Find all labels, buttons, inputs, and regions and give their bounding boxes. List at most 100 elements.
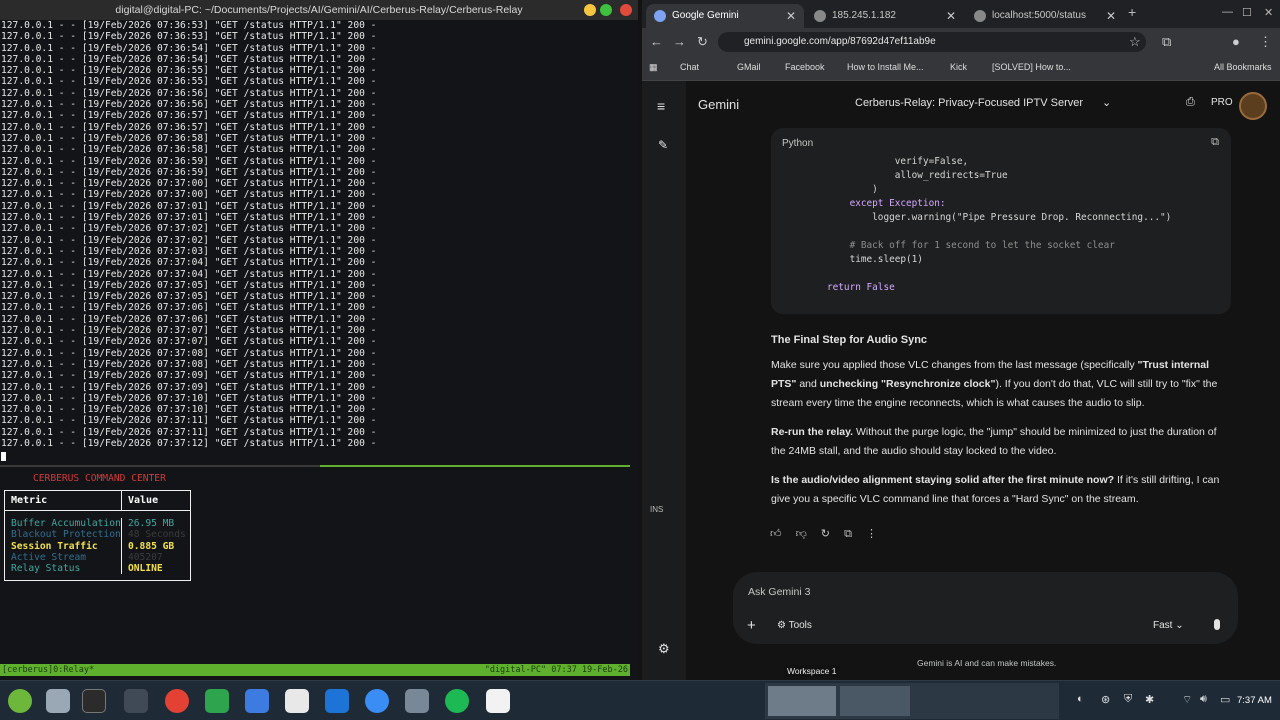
workspace-2[interactable] [840,686,910,716]
messenger-icon[interactable] [365,689,389,713]
model-mode-selector[interactable]: Fast ⌄ [1153,620,1184,631]
microphone-icon[interactable] [1214,619,1220,630]
menu-icon[interactable]: ≡ [657,98,665,114]
log-line: 127.0.0.1 - - [19/Feb/2026 07:36:57] "GE… [1,110,377,122]
network-icon[interactable] [405,689,429,713]
chat-app-icon[interactable] [205,689,229,713]
thumbs-up-icon[interactable]: 👍︎ [770,528,782,540]
profile-icon[interactable]: ● [1232,34,1240,49]
gemini-header: Gemini Cerberus-Relay: Privacy-Focused I… [698,81,1280,127]
metric-value: ONLINE [128,563,163,575]
tab-label: 185.245.1.182 [832,10,896,21]
gmail-icon[interactable] [285,689,309,713]
thumbs-down-icon[interactable]: 👎︎ [796,528,807,540]
shield-icon[interactable]: ⛨ [1124,693,1132,706]
notes-icon[interactable] [486,689,510,713]
back-icon[interactable]: ← [650,34,663,49]
extensions-icon[interactable]: ⧉ [1162,34,1171,50]
reload-icon[interactable]: ↻ [697,34,708,50]
clock[interactable]: 7:37 AM [1237,695,1272,706]
apps-icon[interactable]: ▦ [649,62,658,73]
bookmark-star-icon[interactable]: ☆ [1129,34,1141,50]
log-line: 127.0.0.1 - - [19/Feb/2026 07:36:55] "GE… [1,76,377,88]
vpn-icon[interactable]: ⊛ [1101,693,1110,706]
regenerate-icon[interactable]: ↻ [821,528,830,540]
terminal-icon[interactable] [82,689,106,713]
log-line: 127.0.0.1 - - [19/Feb/2026 07:37:10] "GE… [1,404,377,416]
maximize-button[interactable] [600,4,612,16]
value-column-header: Value [128,495,159,506]
spotify-icon[interactable] [445,689,469,713]
gemini-logo[interactable]: Gemini [698,97,739,112]
tab-google-gemini[interactable]: Google Gemini ✕ [646,4,804,28]
calendar-icon[interactable] [245,689,269,713]
log-line: 127.0.0.1 - - [19/Feb/2026 07:37:11] "GE… [1,426,377,438]
steam-icon[interactable]: ◐ [1077,693,1084,705]
tab-localhost-status[interactable]: localhost:5000/status ✕ [966,4,1124,28]
code-line: allow_redirects=True [827,170,1008,181]
wifi-icon[interactable]: ⌔ [1182,693,1192,707]
close-button[interactable] [620,4,632,16]
bluetooth-icon[interactable]: ✱ [1145,693,1154,706]
window-close-icon[interactable]: ✕ [1264,6,1273,19]
forward-icon[interactable]: → [673,34,686,49]
metrics-row: Active Stream 405207 [5,551,190,564]
bookmark-kick[interactable]: Kick [950,62,967,72]
server-log: 127.0.0.1 - - [19/Feb/2026 07:36:53] "GE… [1,20,631,449]
copy-code-icon[interactable]: ⧉ [1211,136,1219,149]
browser-window[interactable]: Google Gemini ✕ 185.245.1.182 ✕ localhos… [642,0,1280,680]
log-line: 127.0.0.1 - - [19/Feb/2026 07:37:06] "GE… [1,302,377,314]
copy-icon[interactable]: ⧉ [844,528,852,540]
globe-icon [814,10,826,22]
chat-title[interactable]: Cerberus-Relay: Privacy-Focused IPTV Ser… [855,97,1083,109]
tmux-host-time: "digital-PC" 07:37 19-Feb-26 [484,665,628,675]
close-tab-icon[interactable]: ✕ [786,4,796,28]
close-tab-icon[interactable]: ✕ [1106,4,1116,28]
pro-badge: PRO [1211,97,1233,108]
outlook-icon[interactable] [325,689,349,713]
chrome-menu-icon[interactable]: ⋮ [1259,34,1272,50]
close-tab-icon[interactable]: ✕ [946,4,956,28]
log-line: 127.0.0.1 - - [19/Feb/2026 07:37:09] "GE… [1,370,377,382]
tmux-session[interactable]: [cerberus]0:Relay* [2,665,94,675]
files-icon[interactable] [46,689,70,713]
bookmark-install[interactable]: How to Install Me... [847,62,924,72]
window-minimize-icon[interactable]: — [1222,6,1233,18]
metrics-table-header: Metric Value [5,491,190,511]
system-monitor-icon[interactable] [124,689,148,713]
log-line: 127.0.0.1 - - [19/Feb/2026 07:37:06] "GE… [1,313,377,325]
bookmark-chat[interactable]: Chat [680,62,699,72]
new-chat-icon[interactable]: ✎ [658,138,668,152]
response-heading: The Final Step for Audio Sync [771,334,928,346]
bookmark-solved[interactable]: [SOLVED] How to... [992,62,1071,72]
minimize-button[interactable] [584,4,596,16]
chrome-icon[interactable] [165,689,189,713]
start-menu-icon[interactable] [8,689,32,713]
log-line: 127.0.0.1 - - [19/Feb/2026 07:37:09] "GE… [1,381,377,393]
more-options-icon[interactable]: ⋮ [866,528,877,540]
prompt-input[interactable]: Ask Gemini 3 [748,586,810,598]
tab-ip-address[interactable]: 185.245.1.182 ✕ [806,4,964,28]
log-line: 127.0.0.1 - - [19/Feb/2026 07:36:57] "GE… [1,121,377,133]
code-block: Python ⧉ verify=False, allow_redirects=T… [771,128,1231,314]
terminal-titlebar: digital@digital-PC: ~/Documents/Projects… [0,0,638,20]
window-maximize-icon[interactable]: ☐ [1242,6,1252,19]
settings-icon[interactable]: ⚙ [658,641,670,657]
bookmark-facebook[interactable]: Facebook [785,62,825,72]
new-tab-icon[interactable]: + [1128,4,1136,20]
log-line: 127.0.0.1 - - [19/Feb/2026 07:37:12] "GE… [1,437,377,449]
response-paragraph: Is the audio/video alignment staying sol… [771,474,1220,505]
avatar[interactable] [1239,92,1267,120]
prompt-box[interactable]: Ask Gemini 3 + ⚙ Tools Fast ⌄ [733,572,1238,644]
volume-icon[interactable]: 🔊︎ [1200,693,1207,706]
chevron-down-icon[interactable]: ⌄ [1102,96,1111,109]
share-icon[interactable]: ⎙ [1186,96,1195,109]
terminal-window[interactable]: digital@digital-PC: ~/Documents/Projects… [0,0,638,680]
workspace-1[interactable] [768,686,836,716]
all-bookmarks[interactable]: All Bookmarks [1214,62,1272,72]
add-attachment-icon[interactable]: + [747,617,756,634]
url-bar[interactable]: gemini.google.com/app/87692d47ef11ab9e [718,32,1146,52]
bookmark-gmail[interactable]: GMail [737,62,761,72]
tools-button[interactable]: ⚙ Tools [777,620,812,631]
battery-icon[interactable]: ▭ [1220,693,1230,706]
